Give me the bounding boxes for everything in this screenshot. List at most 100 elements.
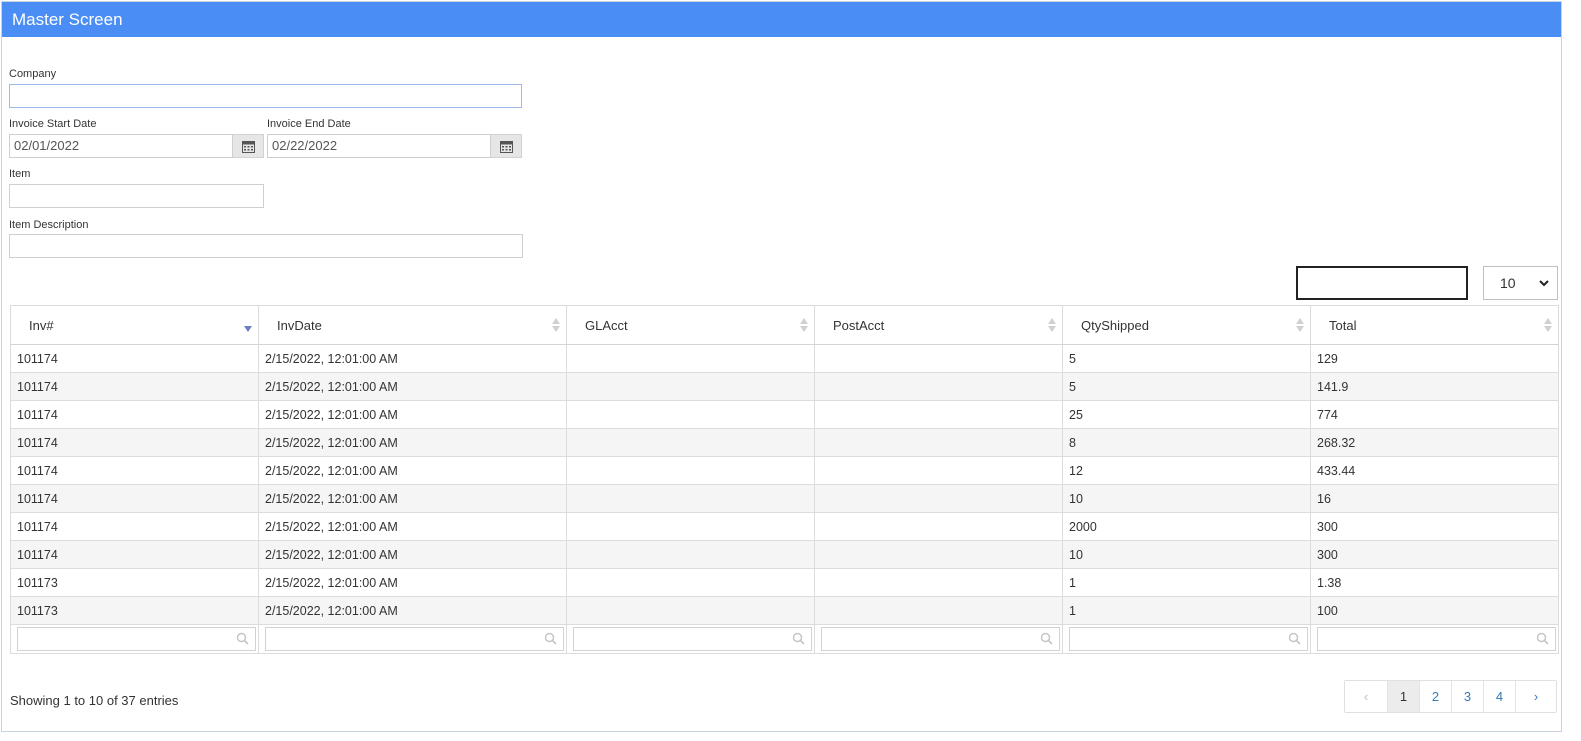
table-cell: 2/15/2022, 12:01:00 AM <box>258 456 567 485</box>
sort-arrows-icon <box>1544 318 1552 332</box>
table-cell: 101174 <box>10 428 259 457</box>
page-button-2[interactable]: 2 <box>1419 681 1451 712</box>
item-input[interactable] <box>9 184 264 208</box>
table-cell <box>566 456 815 485</box>
column-filter-input[interactable] <box>265 627 564 651</box>
column-filter-cell <box>10 624 259 654</box>
table-cell: 300 <box>1310 512 1559 541</box>
table-cell: 2/15/2022, 12:01:00 AM <box>258 428 567 457</box>
table-info: Showing 1 to 10 of 37 entries <box>10 693 179 708</box>
search-icon <box>1040 632 1053 645</box>
table-cell: 10 <box>1062 540 1311 569</box>
table-cell <box>814 344 1063 373</box>
table-cell: 101174 <box>10 512 259 541</box>
table-cell: 2/15/2022, 12:01:00 AM <box>258 512 567 541</box>
column-filter-input[interactable] <box>1069 627 1308 651</box>
invoice-end-calendar-button[interactable] <box>491 134 522 158</box>
table-cell <box>814 372 1063 401</box>
table-cell: 25 <box>1062 400 1311 429</box>
column-header-invdate[interactable]: InvDate <box>258 305 567 345</box>
invoice-start-date-label: Invoice Start Date <box>9 118 97 130</box>
window-title: Master Screen <box>2 2 1561 37</box>
column-header-label: PostAcct <box>833 317 885 333</box>
table-row[interactable]: 101173 2/15/2022, 12:01:00 AM 1 100 <box>10 596 1559 625</box>
table-cell: 268.32 <box>1310 428 1559 457</box>
sort-arrows-icon <box>800 318 808 332</box>
table-row[interactable]: 101174 2/15/2022, 12:01:00 AM 8 268.32 <box>10 428 1559 457</box>
search-icon <box>792 632 805 645</box>
table-row[interactable]: 101174 2/15/2022, 12:01:00 AM 5 129 <box>10 344 1559 373</box>
table-cell <box>566 400 815 429</box>
invoice-end-date-input[interactable]: 02/22/2022 <box>267 134 491 158</box>
table-cell: 2/15/2022, 12:01:00 AM <box>258 484 567 513</box>
sort-arrows-icon <box>1296 318 1304 332</box>
table-row[interactable]: 101173 2/15/2022, 12:01:00 AM 1 1.38 <box>10 568 1559 597</box>
column-header-label: Inv# <box>29 317 54 333</box>
column-header-postacct[interactable]: PostAcct <box>814 305 1063 345</box>
column-filter-input[interactable] <box>821 627 1060 651</box>
table-cell <box>566 484 815 513</box>
table-cell: 1 <box>1062 568 1311 597</box>
column-header-inv[interactable]: Inv# <box>10 305 259 345</box>
table-cell: 12 <box>1062 456 1311 485</box>
page-button-4[interactable]: 4 <box>1483 681 1515 712</box>
table-row[interactable]: 101174 2/15/2022, 12:01:00 AM 5 141.9 <box>10 372 1559 401</box>
table-row[interactable]: 101174 2/15/2022, 12:01:00 AM 2000 300 <box>10 512 1559 541</box>
column-filter-input[interactable] <box>573 627 812 651</box>
table-cell <box>814 428 1063 457</box>
table-row[interactable]: 101174 2/15/2022, 12:01:00 AM 10 300 <box>10 540 1559 569</box>
next-page-button[interactable]: › <box>1515 681 1556 712</box>
table-cell: 2/15/2022, 12:01:00 AM <box>258 400 567 429</box>
column-header-qtyshipped[interactable]: QtyShipped <box>1062 305 1311 345</box>
table-cell <box>814 596 1063 625</box>
table-header-row: Inv# InvDate GLAcct PostAcct QtyShipped … <box>10 305 1559 345</box>
search-icon <box>1536 632 1549 645</box>
table-cell <box>814 400 1063 429</box>
table-cell: 1 <box>1062 596 1311 625</box>
table-cell: 10 <box>1062 484 1311 513</box>
table-cell <box>566 512 815 541</box>
column-header-glacct[interactable]: GLAcct <box>566 305 815 345</box>
column-filter-cell <box>566 624 815 654</box>
table-cell: 101173 <box>10 596 259 625</box>
table-cell: 16 <box>1310 484 1559 513</box>
company-input[interactable] <box>9 84 522 108</box>
table-cell: 2000 <box>1062 512 1311 541</box>
sort-arrows-icon <box>1048 318 1056 332</box>
table-cell <box>814 484 1063 513</box>
table-cell: 2/15/2022, 12:01:00 AM <box>258 568 567 597</box>
invoice-start-calendar-button[interactable] <box>233 134 264 158</box>
page-button-1[interactable]: 1 <box>1387 681 1419 712</box>
column-filter-input[interactable] <box>17 627 256 651</box>
sort-arrows-icon <box>552 318 560 332</box>
table-cell <box>814 456 1063 485</box>
table-cell: 141.9 <box>1310 372 1559 401</box>
table-cell: 2/15/2022, 12:01:00 AM <box>258 344 567 373</box>
column-header-total[interactable]: Total <box>1310 305 1559 345</box>
prev-page-button[interactable]: ‹ <box>1345 681 1387 712</box>
item-description-label: Item Description <box>9 219 89 231</box>
calendar-icon <box>499 140 513 153</box>
column-header-label: Total <box>1329 317 1357 333</box>
pagination: ‹ 1 2 3 4 › <box>1344 680 1557 713</box>
search-icon <box>1288 632 1301 645</box>
table-cell: 2/15/2022, 12:01:00 AM <box>258 596 567 625</box>
item-description-input[interactable] <box>9 234 523 258</box>
table-row[interactable]: 101174 2/15/2022, 12:01:00 AM 25 774 <box>10 400 1559 429</box>
table-cell: 2/15/2022, 12:01:00 AM <box>258 372 567 401</box>
sort-desc-icon <box>244 326 252 332</box>
table-row[interactable]: 101174 2/15/2022, 12:01:00 AM 12 433.44 <box>10 456 1559 485</box>
item-label: Item <box>9 168 31 180</box>
table-cell: 101173 <box>10 568 259 597</box>
page-length-select[interactable]: 10 <box>1483 266 1558 300</box>
table-search-input[interactable] <box>1296 266 1468 300</box>
table-cell <box>814 568 1063 597</box>
table-cell: 101174 <box>10 400 259 429</box>
page-button-3[interactable]: 3 <box>1451 681 1483 712</box>
page-length-value: 10 <box>1500 275 1516 291</box>
table-cell <box>566 596 815 625</box>
column-filter-input[interactable] <box>1317 627 1556 651</box>
table-cell: 101174 <box>10 484 259 513</box>
invoice-start-date-input[interactable]: 02/01/2022 <box>9 134 233 158</box>
table-row[interactable]: 101174 2/15/2022, 12:01:00 AM 10 16 <box>10 484 1559 513</box>
